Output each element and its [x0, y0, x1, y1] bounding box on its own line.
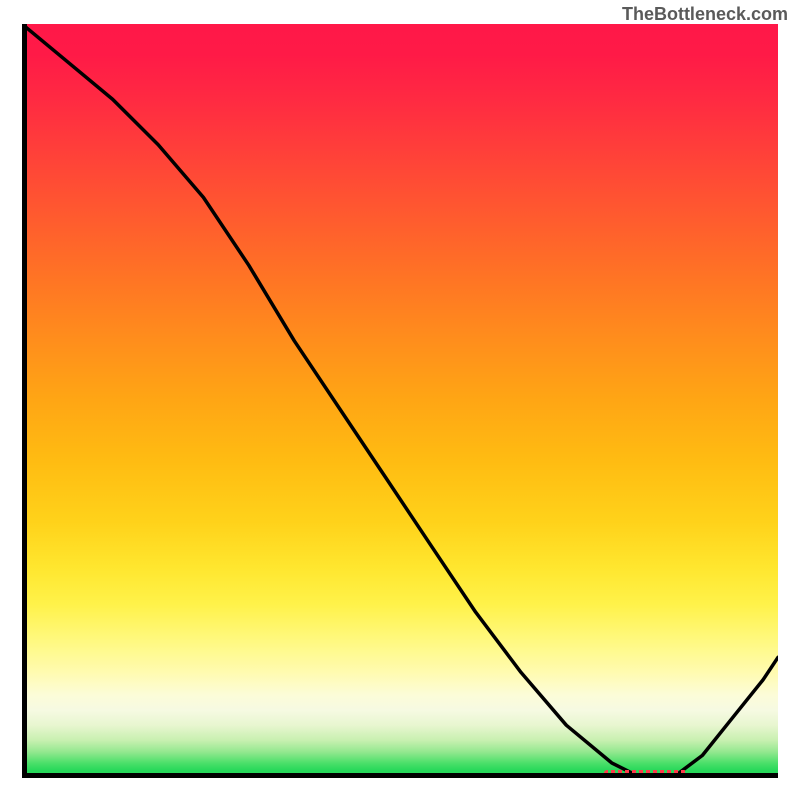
- valley-marker: [604, 770, 687, 776]
- plot-area: [22, 24, 778, 778]
- watermark: TheBottleneck.com: [622, 4, 788, 25]
- chart-container: TheBottleneck.com: [0, 0, 800, 800]
- bottleneck-curve: [22, 24, 778, 778]
